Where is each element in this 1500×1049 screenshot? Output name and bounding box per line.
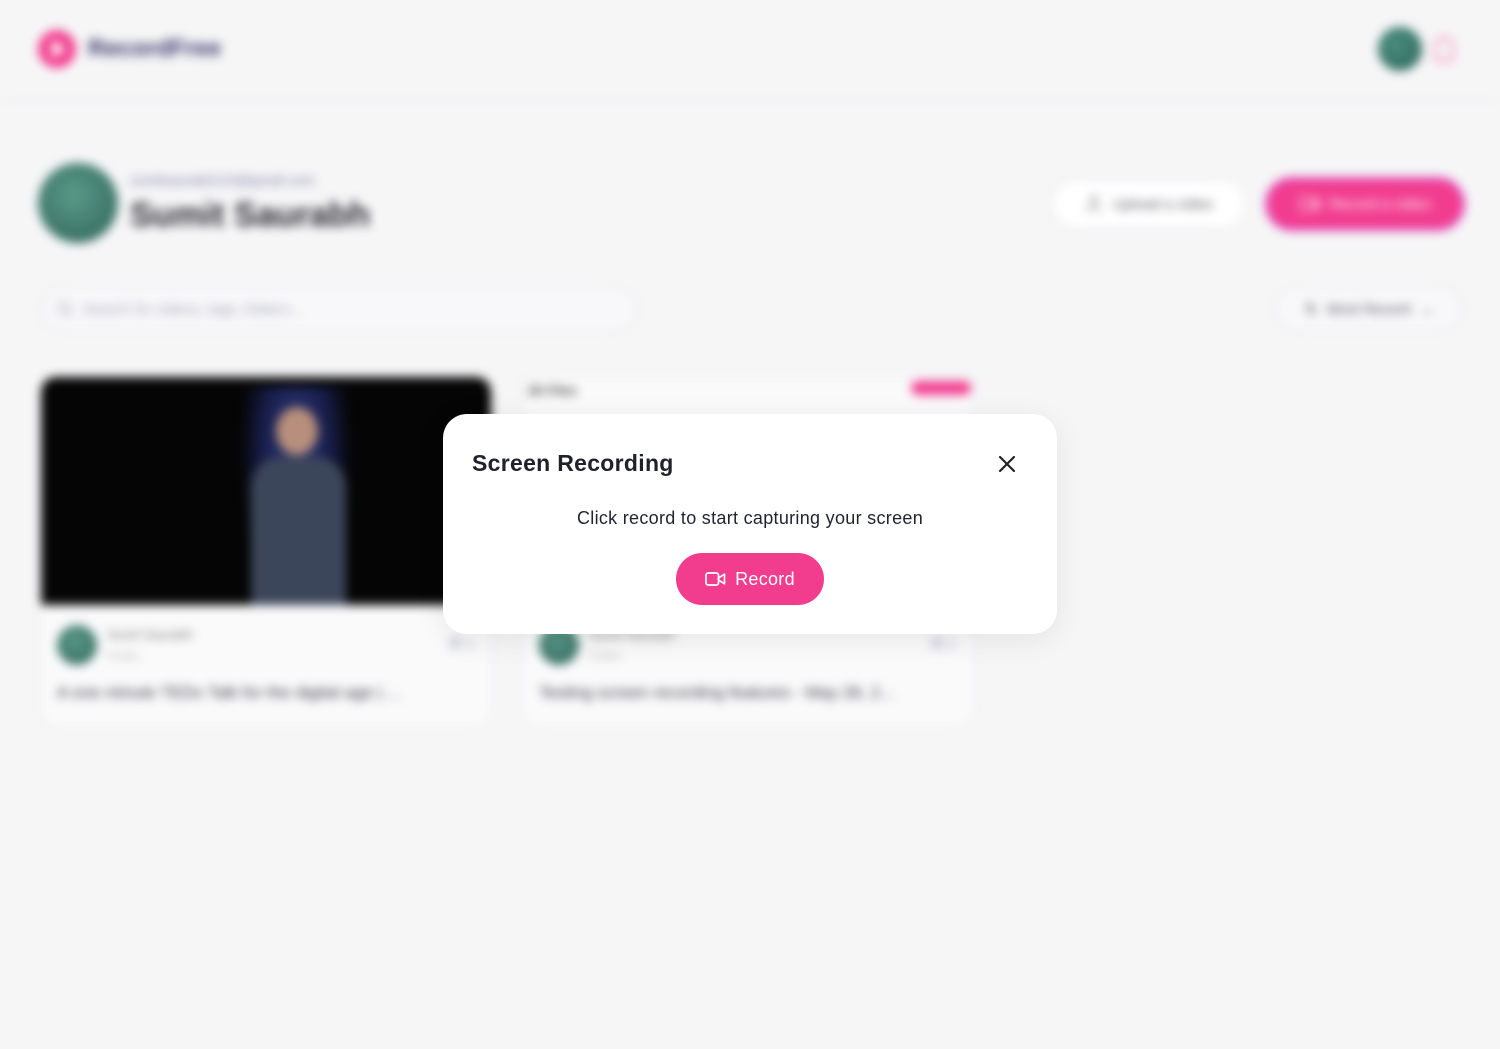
video-visibility: Public	[589, 649, 622, 663]
brand-logo[interactable]: RecordFree	[38, 30, 221, 68]
search-placeholder: Search for videos, tags, folders...	[83, 300, 303, 318]
search-icon	[58, 302, 73, 317]
avatar	[57, 625, 97, 665]
video-views: 👁 1	[930, 637, 955, 651]
upload-video-button[interactable]: Upload a video	[1052, 180, 1246, 228]
notification-icon[interactable]	[1434, 36, 1454, 62]
eye-icon: 👁	[929, 637, 945, 651]
record-video-label: Record a video	[1329, 195, 1431, 213]
thumbnail-title: JD Files	[527, 383, 577, 398]
video-title[interactable]: Testing screen recording features - May …	[539, 683, 959, 703]
record-button[interactable]: Record	[676, 553, 824, 605]
brand-logo-icon	[38, 30, 76, 68]
sort-selected: Most Recent	[1326, 300, 1412, 318]
upload-video-label: Upload a video	[1112, 195, 1214, 213]
profile-avatar	[38, 163, 118, 243]
thumbnail-speaker	[251, 457, 346, 605]
close-button[interactable]	[993, 450, 1021, 478]
video-card[interactable]: Sumit Saurabh Public 👁 1 A one minute TE…	[40, 376, 492, 728]
thumbnail-speaker-head	[276, 407, 318, 455]
profile-email: sumitsaurabh115@gmail.com	[130, 172, 315, 188]
modal-title: Screen Recording	[472, 450, 674, 476]
video-author: Sumit Saurabh	[107, 627, 193, 642]
video-views: 👁 1	[448, 637, 473, 651]
video-views-count: 1	[466, 637, 473, 651]
record-button-label: Record	[735, 568, 795, 589]
video-camera-icon	[705, 571, 726, 587]
brand-name: RecordFree	[88, 35, 222, 62]
top-header: RecordFree	[0, 0, 1500, 101]
modal-message: Click record to start capturing your scr…	[576, 508, 924, 528]
eye-icon: 👁	[447, 637, 463, 651]
profile-name: Sumit Saurabh	[130, 196, 370, 234]
close-icon	[998, 455, 1016, 473]
upload-icon	[1086, 195, 1102, 213]
video-views-count: 1	[948, 637, 955, 651]
video-camera-icon	[1299, 197, 1320, 211]
sort-dropdown[interactable]: ⇅ Most Recent ⌄	[1276, 288, 1462, 330]
sort-icon: ⇅	[1304, 301, 1317, 318]
screen-recording-modal: Screen Recording Click record to start c…	[443, 414, 1057, 634]
chevron-down-icon: ⌄	[1421, 301, 1434, 318]
video-title[interactable]: A one minute TEDx Talk for the digital a…	[57, 683, 477, 703]
video-visibility: Public	[107, 649, 140, 663]
thumbnail-tag	[911, 381, 971, 395]
search-input[interactable]: Search for videos, tags, folders...	[42, 288, 636, 330]
header-avatar[interactable]	[1378, 27, 1422, 71]
record-video-button[interactable]: Record a video	[1268, 180, 1462, 228]
video-thumbnail[interactable]	[41, 377, 491, 605]
